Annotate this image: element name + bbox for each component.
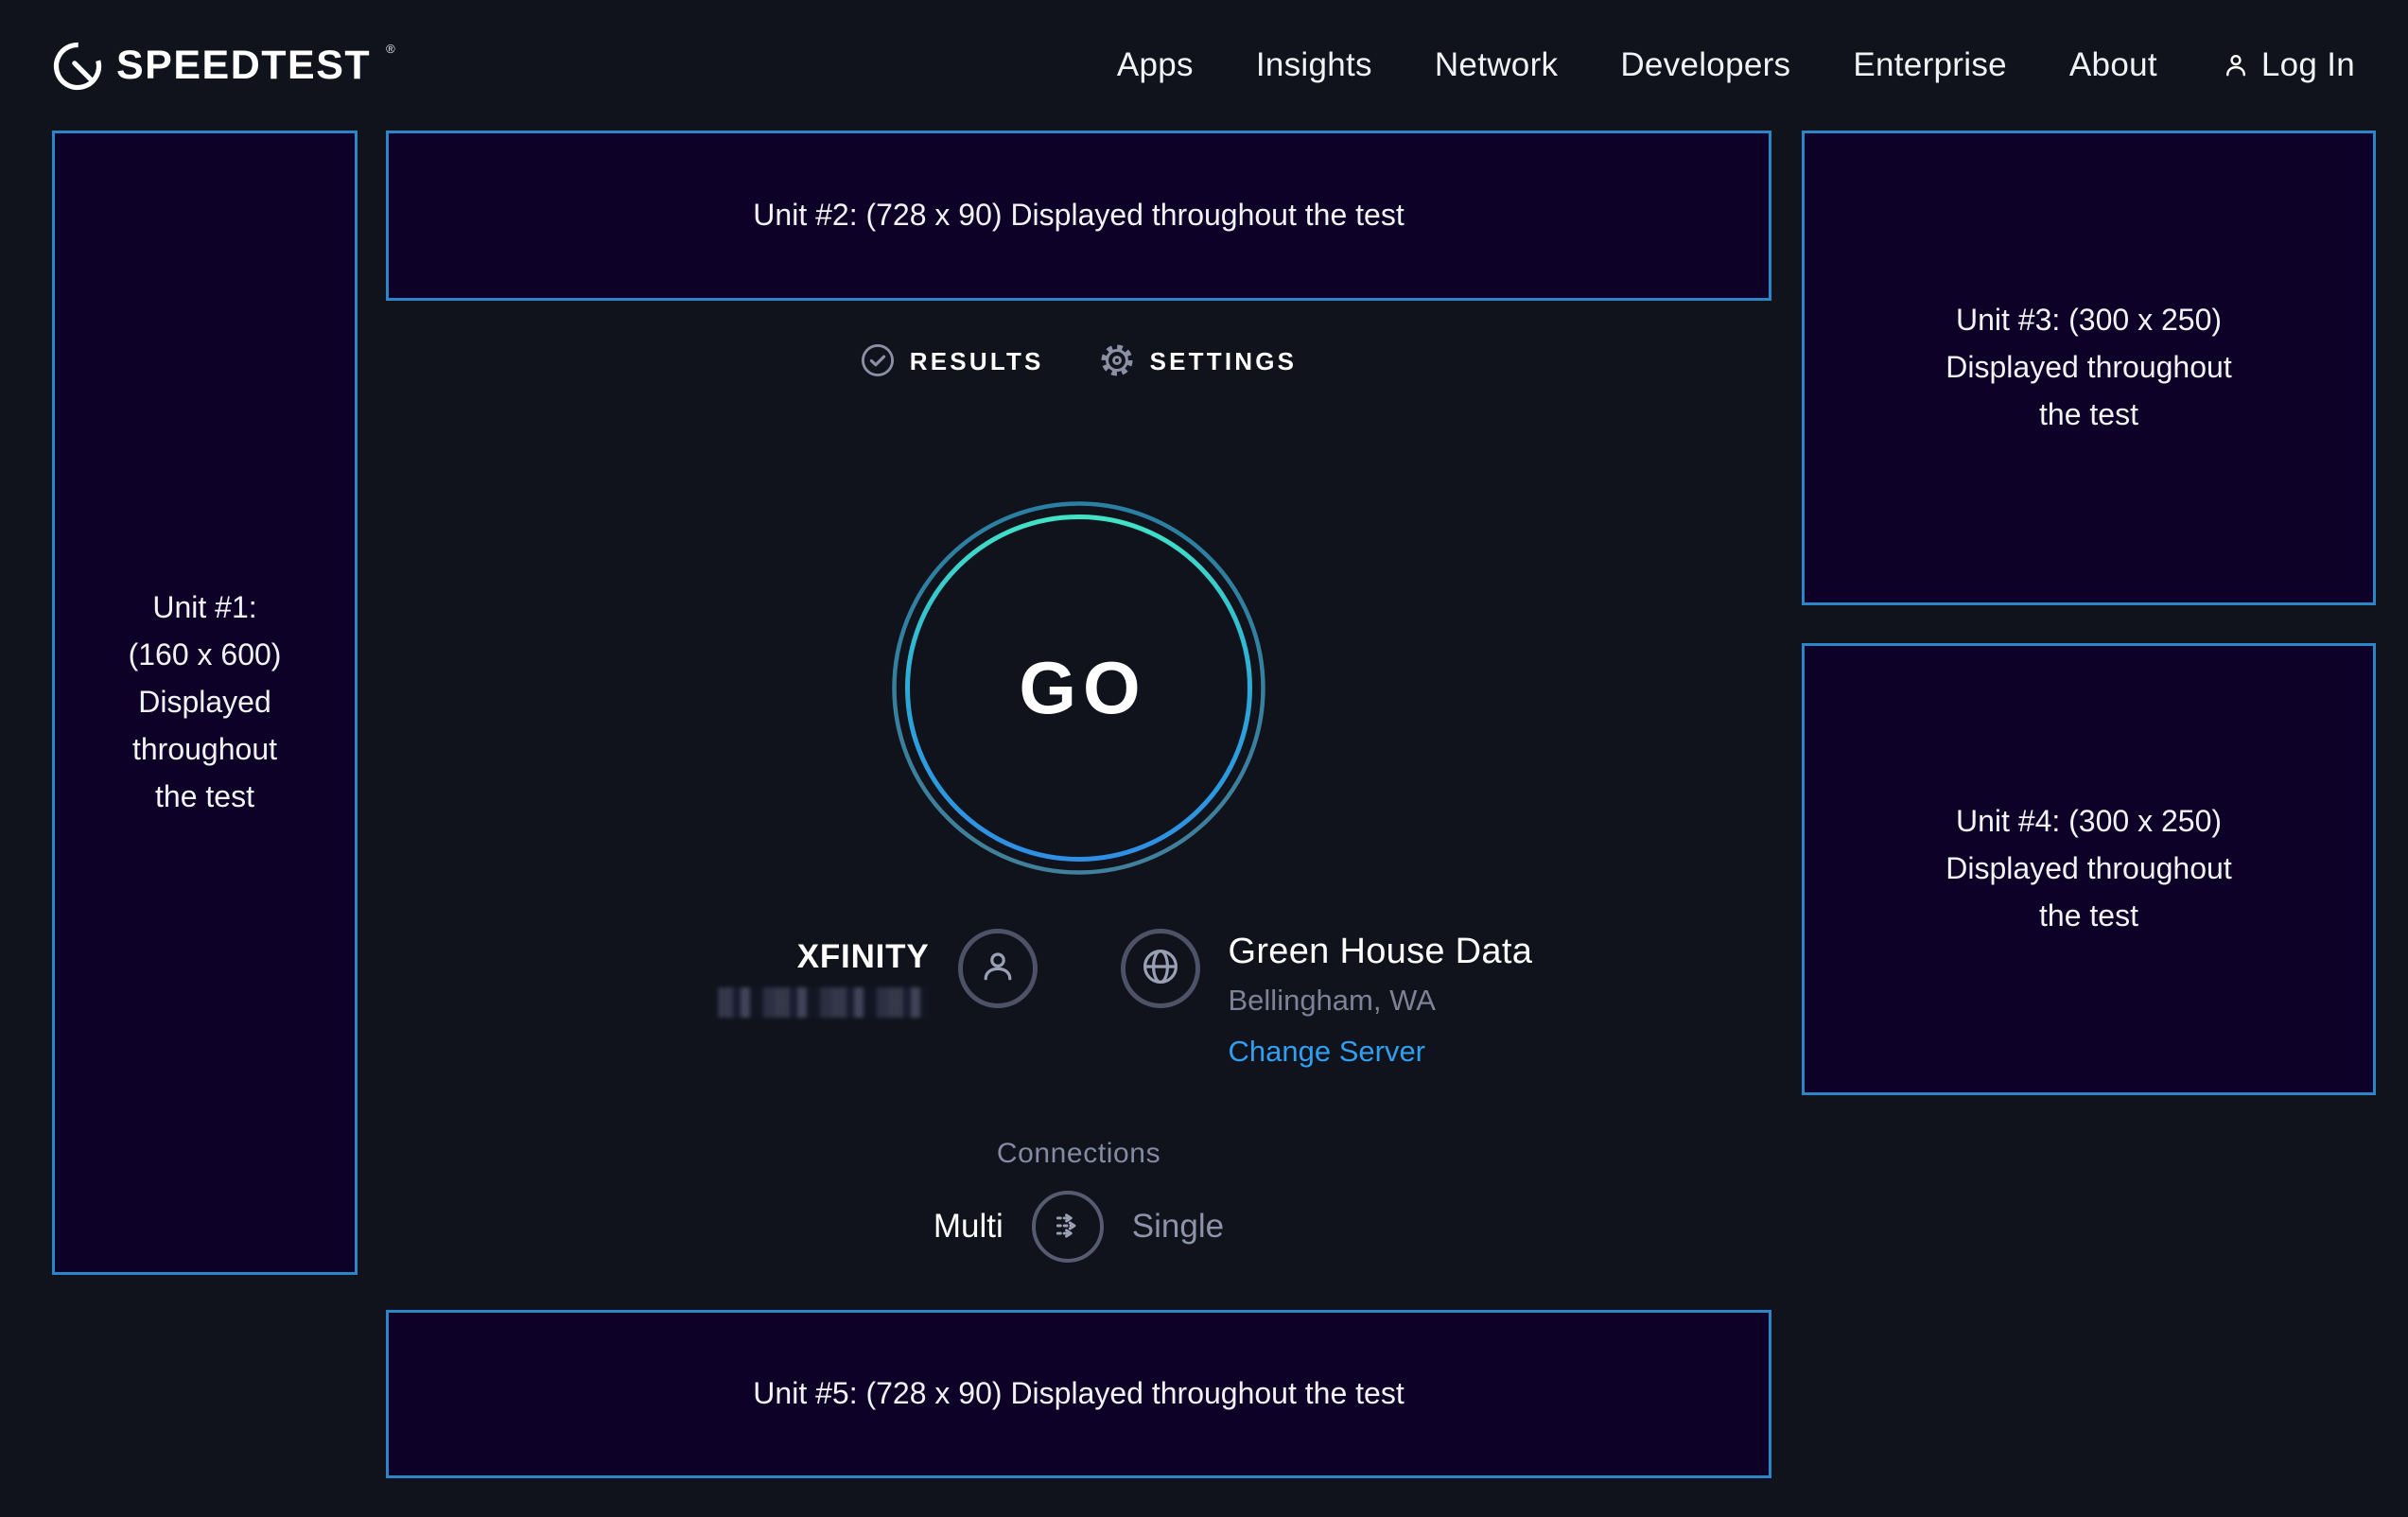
change-server-link[interactable]: Change Server — [1229, 1035, 1426, 1069]
multi-arrows-icon — [1047, 1205, 1089, 1249]
tab-results[interactable]: RESULTS — [861, 343, 1044, 380]
ad-unit-2: Unit #2: (728 x 90) Displayed throughout… — [386, 131, 1771, 301]
speedtest-page: SPEEDTEST ® Apps Insights Network Develo… — [0, 0, 2408, 1517]
ad-unit-4: Unit #4: (300 x 250) Displayed throughou… — [1802, 643, 2376, 1095]
go-label: GO — [890, 499, 1267, 877]
tab-settings[interactable]: SETTINGS — [1099, 342, 1298, 381]
ad-unit-3-text: Unit #3: (300 x 250) Displayed throughou… — [1936, 297, 2241, 439]
nav-item-network[interactable]: Network — [1435, 46, 1558, 84]
ad-unit-3: Unit #3: (300 x 250) Displayed throughou… — [1802, 131, 2376, 605]
ad-unit-2-text: Unit #2: (728 x 90) Displayed throughout… — [743, 192, 1413, 239]
tab-results-label: RESULTS — [910, 347, 1044, 376]
hosts-row: XFINITY — [386, 929, 1771, 1069]
user-avatar-icon — [975, 944, 1021, 994]
speedometer-logo-icon — [52, 39, 103, 92]
nav-item-insights[interactable]: Insights — [1256, 46, 1372, 84]
server-name: Green House Data — [1229, 931, 1533, 972]
server-cell: Green House Data Bellingham, WA Change S… — [1079, 929, 1772, 1069]
connections-label: Connections — [386, 1138, 1771, 1170]
login-label: Log In — [2261, 46, 2355, 84]
check-circle-icon — [861, 343, 895, 380]
nav-item-developers[interactable]: Developers — [1620, 46, 1790, 84]
login-button[interactable]: Log In — [2220, 46, 2355, 84]
isp-name: XFINITY — [797, 938, 930, 976]
connections-section: Connections Multi Single — [386, 1138, 1771, 1263]
isp-group: XFINITY — [718, 929, 1038, 1069]
tab-settings-label: SETTINGS — [1150, 347, 1298, 376]
ad-unit-5-text: Unit #5: (728 x 90) Displayed throughout… — [743, 1370, 1413, 1418]
connections-toggle-row: Multi Single — [386, 1191, 1771, 1263]
ad-unit-1-text: Unit #1: (160 x 600) Displayed throughou… — [119, 584, 291, 821]
ad-unit-1: Unit #1: (160 x 600) Displayed throughou… — [52, 131, 358, 1275]
server-text: Green House Data Bellingham, WA Change S… — [1229, 931, 1533, 1069]
connection-mode-toggle[interactable] — [1032, 1191, 1104, 1263]
tabs-row: RESULTS SETTINGS — [386, 342, 1771, 381]
nav-links: Apps Insights Network Developers Enterpr… — [1117, 46, 2355, 84]
isp-ip-redacted — [718, 987, 930, 1018]
server-location: Bellingham, WA — [1229, 984, 1436, 1018]
user-icon — [2220, 49, 2252, 81]
server-globe-circle — [1121, 929, 1200, 1008]
top-nav: SPEEDTEST ® Apps Insights Network Develo… — [0, 0, 2408, 131]
isp-text: XFINITY — [718, 938, 930, 1018]
ad-unit-4-text: Unit #4: (300 x 250) Displayed throughou… — [1936, 798, 2241, 940]
server-group: Green House Data Bellingham, WA Change S… — [1121, 929, 1533, 1069]
brand-logo[interactable]: SPEEDTEST ® — [52, 39, 395, 92]
connection-option-single[interactable]: Single — [1132, 1208, 1224, 1246]
connection-option-multi[interactable]: Multi — [934, 1208, 1003, 1246]
go-button[interactable]: GO — [890, 499, 1267, 877]
isp-cell: XFINITY — [386, 929, 1079, 1069]
trademark-mark: ® — [386, 44, 395, 54]
ad-unit-5: Unit #5: (728 x 90) Displayed throughout… — [386, 1310, 1771, 1478]
gear-icon — [1099, 342, 1135, 381]
nav-item-enterprise[interactable]: Enterprise — [1853, 46, 2007, 84]
nav-item-about[interactable]: About — [2069, 46, 2157, 84]
nav-item-apps[interactable]: Apps — [1117, 46, 1194, 84]
isp-avatar-circle — [958, 929, 1038, 1008]
globe-icon — [1138, 944, 1183, 994]
brand-name: SPEEDTEST — [116, 39, 371, 92]
